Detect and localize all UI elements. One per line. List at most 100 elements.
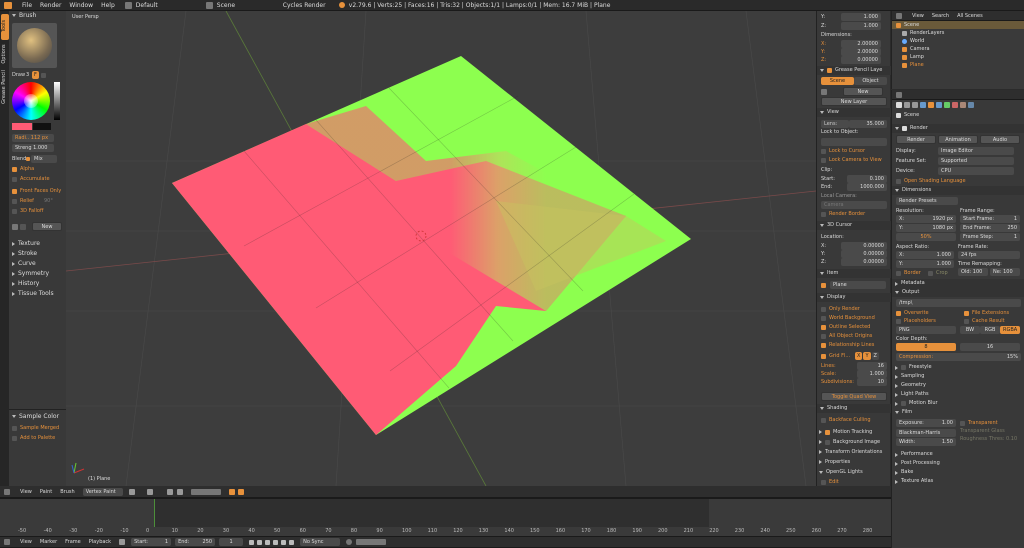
feature-set-select[interactable]: Supported — [938, 157, 1014, 165]
3d-falloff-checkbox[interactable] — [12, 208, 17, 214]
vp-brush-menu[interactable]: Brush — [60, 489, 74, 495]
section-film[interactable]: Film — [892, 408, 1024, 417]
play-reverse-icon[interactable] — [265, 539, 271, 545]
device-select[interactable]: CPU — [938, 167, 1014, 175]
editor-type-icon[interactable] — [896, 12, 902, 19]
res-x-field[interactable]: 1920 px — [933, 215, 953, 223]
edit-checkbox[interactable] — [821, 479, 826, 485]
prev-keyframe-icon[interactable] — [257, 539, 263, 545]
filter-select[interactable]: Blackman-Harris — [896, 429, 956, 437]
overwrite-checkbox[interactable] — [896, 310, 901, 316]
gp-scene-button[interactable]: Scene — [821, 77, 854, 85]
transparent-checkbox[interactable] — [960, 420, 965, 426]
background-image-checkbox[interactable] — [825, 439, 830, 445]
layers-icon[interactable] — [190, 488, 221, 495]
grease-pencil-layer-header[interactable]: Grease Pencil Laye — [817, 66, 891, 75]
brush-preview[interactable] — [12, 23, 57, 68]
front-faces-checkbox[interactable] — [12, 188, 17, 194]
output-path-field[interactable]: /tmp\ — [896, 299, 1021, 307]
editor-type-icon[interactable] — [4, 488, 10, 495]
depth-16-toggle[interactable]: 16 — [960, 343, 1020, 351]
shading-header[interactable]: Shading — [817, 404, 891, 413]
section-transform-orientations[interactable]: Transform Orientations — [819, 447, 882, 457]
fake-user-button[interactable]: F — [32, 71, 39, 79]
rgb-toggle[interactable]: RGB — [980, 326, 1000, 334]
new-texture-button[interactable]: New — [32, 222, 62, 231]
world-background-checkbox[interactable] — [821, 316, 826, 321]
editor-type-icon[interactable] — [896, 91, 902, 98]
jump-end-icon[interactable] — [289, 539, 295, 545]
section-post-processing[interactable]: Post Processing — [892, 459, 1024, 468]
add-palette-checkbox[interactable] — [12, 435, 17, 441]
preview-range-icon[interactable] — [119, 539, 126, 545]
motion-tracking-checkbox[interactable] — [825, 429, 830, 435]
local-camera-field[interactable]: Camera — [821, 201, 887, 209]
scene-selector[interactable]: Scene — [217, 2, 277, 9]
section-properties[interactable]: Properties — [819, 457, 882, 467]
strength-field[interactable]: Streng 1.000 — [12, 144, 54, 152]
dim-z-field[interactable]: 0.00000 — [841, 56, 881, 64]
scene-tab-icon[interactable] — [912, 102, 918, 108]
section-background-image[interactable]: Background Image — [819, 437, 882, 447]
relief-checkbox[interactable] — [12, 198, 17, 204]
render-border-checkbox[interactable] — [821, 211, 826, 217]
close-icon[interactable] — [40, 72, 46, 78]
placeholders-checkbox[interactable] — [896, 318, 901, 324]
tab-grease-pencil-label[interactable]: Grease Pencil — [1, 65, 7, 109]
grid-lines-field[interactable]: 16 — [857, 362, 887, 370]
tab-options-label[interactable]: Options — [1, 40, 7, 68]
outliner-item-camera[interactable]: Camera — [896, 45, 1024, 53]
timeline[interactable]: -50 -40 -30 -20 -10 0 10 20 30 40 50 60 70 80 90 100 110… — [0, 498, 891, 536]
outliner-item-plane[interactable]: Plane — [896, 61, 1024, 69]
section-light-paths[interactable]: Light Paths — [892, 390, 1024, 399]
radius-field[interactable]: Radi.. 112 px — [12, 134, 54, 142]
color-wheel[interactable] — [12, 82, 50, 120]
engine-selector[interactable]: Cycles Render — [283, 2, 333, 9]
view-header[interactable]: View — [817, 108, 891, 117]
audio-button[interactable]: Audio — [980, 135, 1020, 144]
lock-camera-checkbox[interactable] — [821, 157, 826, 163]
section-symmetry[interactable]: Symmetry — [12, 269, 54, 279]
res-y-field[interactable]: 1080 px — [933, 224, 953, 232]
outline-selected-checkbox[interactable] — [821, 325, 826, 330]
exposure-field[interactable]: 1.00 — [942, 419, 953, 427]
motion-blur-checkbox[interactable] — [901, 401, 906, 406]
outliner-search-menu[interactable]: Search — [932, 13, 949, 19]
section-curve[interactable]: Curve — [12, 259, 54, 269]
shading-icon[interactable] — [128, 488, 135, 495]
3d-cursor-header[interactable]: 3D Cursor — [817, 221, 891, 230]
vp-paint-menu[interactable]: Paint — [40, 489, 52, 495]
display-header[interactable]: Display — [817, 293, 891, 302]
mask-icon[interactable] — [166, 488, 173, 495]
keying-set-icon[interactable] — [356, 539, 387, 545]
menu-file[interactable]: File — [22, 2, 32, 9]
compression-field[interactable]: 15% — [1007, 353, 1018, 361]
physics-tab-icon[interactable] — [968, 102, 974, 108]
sync-select[interactable]: No Sync — [300, 538, 341, 546]
cursor-y-field[interactable]: 0.00000 — [841, 250, 887, 258]
start-field[interactable]: Start: 1 — [131, 538, 172, 546]
section-motion-blur[interactable]: Motion Blur — [892, 399, 1024, 408]
tl-marker-menu[interactable]: Marker — [40, 539, 57, 545]
old-field[interactable]: Old: 100 — [958, 268, 988, 276]
current-frame-field[interactable]: 1 — [219, 538, 244, 546]
top-y-field[interactable]: 1.000 — [841, 13, 881, 21]
top-z-field[interactable]: 1.000 — [841, 22, 881, 30]
world-tab-icon[interactable] — [920, 102, 926, 108]
cursor-x-field[interactable]: 0.00000 — [841, 242, 887, 250]
outliner-item-lamp[interactable]: Lamp — [896, 53, 1024, 61]
item-name-field[interactable]: Plane — [830, 281, 886, 289]
color-swatch[interactable] — [12, 123, 32, 130]
section-motion-tracking[interactable]: Motion Tracking — [819, 427, 882, 437]
value-slider[interactable] — [54, 82, 60, 120]
section-geometry[interactable]: Geometry — [892, 381, 1024, 390]
depth-8-toggle[interactable]: 8 — [896, 343, 956, 351]
outliner-item-scene[interactable]: Scene — [892, 21, 1024, 29]
data-tab-icon[interactable] — [944, 102, 950, 108]
toggle-quad-view-button[interactable]: Toggle Quad View — [821, 392, 887, 401]
blender-icon[interactable] — [4, 1, 12, 9]
section-stroke[interactable]: Stroke — [12, 249, 54, 259]
dim-x-field[interactable]: 2.00000 — [841, 40, 881, 48]
texture-icon[interactable] — [12, 223, 18, 230]
grid-y-toggle[interactable]: Y — [863, 352, 871, 360]
